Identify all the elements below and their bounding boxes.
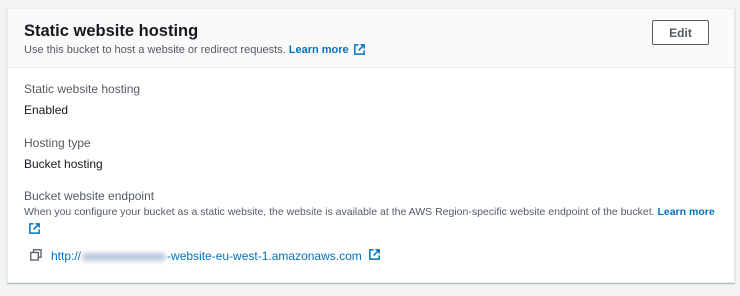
endpoint-url-link[interactable]: http:// -website-eu-west-1.amazonaws.com xyxy=(51,249,362,263)
description-text: Use this bucket to host a website or red… xyxy=(24,44,286,56)
hosting-value: Enabled xyxy=(24,103,69,117)
learn-more-label: Learn more xyxy=(288,44,349,56)
copy-icon[interactable] xyxy=(30,248,42,264)
endpoint-label: Bucket website endpoint xyxy=(24,189,155,203)
learn-more-link[interactable]: Learn more xyxy=(289,44,366,56)
redacted-bucket-name xyxy=(82,252,167,261)
panel-title: Static website hosting xyxy=(24,22,199,40)
static-website-hosting-panel: Static website hosting Use this bucket t… xyxy=(7,8,735,283)
edit-button[interactable]: Edit xyxy=(652,20,709,45)
endpoint-description: When you configure your bucket as a stat… xyxy=(24,206,715,218)
hosting-label: Static website hosting xyxy=(24,82,141,96)
endpoint-url-prefix: http:// xyxy=(51,249,82,263)
external-link-icon[interactable] xyxy=(368,248,381,264)
endpoint-url-suffix: -website-eu-west-1.amazonaws.com xyxy=(167,249,362,263)
external-link-icon xyxy=(353,43,366,59)
endpoint-url-row: http:// -website-eu-west-1.amazonaws.com xyxy=(30,248,381,264)
panel-description: Use this bucket to host a website or red… xyxy=(24,43,366,59)
hosting-type-value: Bucket hosting xyxy=(24,157,103,171)
hosting-type-label: Hosting type xyxy=(24,136,91,150)
endpoint-description-text: When you configure your bucket as a stat… xyxy=(24,206,655,218)
panel-header: Static website hosting Use this bucket t… xyxy=(8,9,734,68)
endpoint-learn-more-link[interactable]: Learn more xyxy=(657,206,714,218)
external-link-icon[interactable] xyxy=(28,222,41,240)
